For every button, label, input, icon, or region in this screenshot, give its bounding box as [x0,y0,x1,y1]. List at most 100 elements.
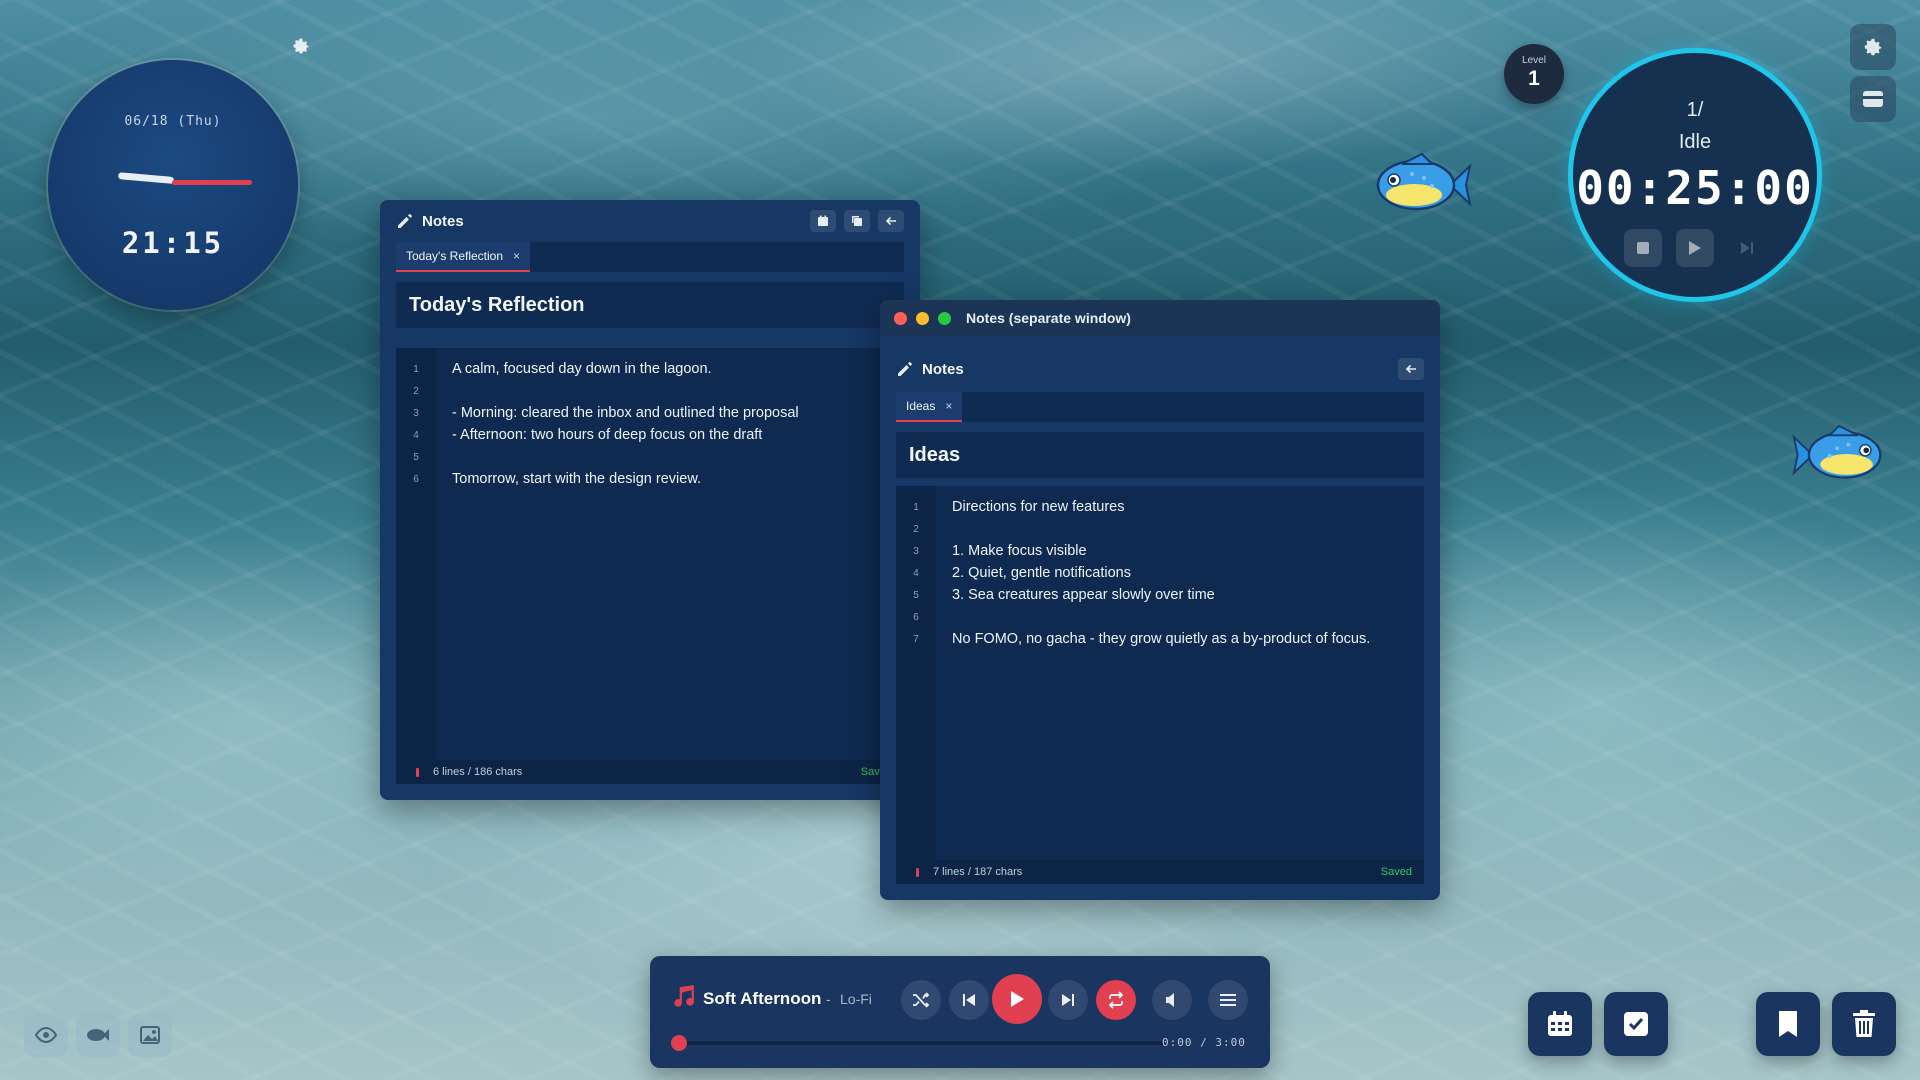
editor-line: - Afternoon: two hours of deep focus on … [452,427,763,443]
fish-creature[interactable] [1792,424,1886,486]
editor-line: 2. Quiet, gentle notifications [952,565,1131,581]
level-badge: Level 1 [1504,44,1564,104]
eye-icon [35,1027,57,1043]
timer-state: Idle [1678,131,1712,153]
playlist-button[interactable] [1208,980,1248,1020]
trash-button[interactable] [1832,992,1896,1056]
editor-status-bar: 6 lines / 186 chars Saved [396,760,904,784]
calendar-button[interactable] [1528,992,1592,1056]
gear-icon [1864,38,1882,56]
line-number: 3 [913,546,919,557]
window-title-bar[interactable]: Notes (separate window) [880,300,1440,336]
line-number: 2 [913,524,919,535]
next-button[interactable] [1048,980,1088,1020]
playback-progress-bar[interactable] [671,1035,1166,1051]
tab-close-icon[interactable]: × [513,249,520,263]
settings-button[interactable] [1850,24,1896,70]
note-editor[interactable]: 1 A calm, focused day down in the lagoon… [396,348,904,784]
previous-icon [963,994,975,1006]
tab-close-icon[interactable]: × [945,399,952,413]
next-icon [1062,994,1074,1006]
window-title: Notes (separate window) [966,310,1131,326]
note-editor[interactable]: 1 Directions for new features 2 3 1. Mak… [896,486,1424,884]
bookmark-icon [1779,1011,1797,1037]
toggle-visibility-button[interactable] [24,1013,68,1057]
timer-time: 00:25:00 [1576,161,1814,215]
line-number: 7 [913,634,919,645]
editor-line: No FOMO, no gacha - they grow quietly as… [952,631,1371,647]
calendar-button[interactable] [810,210,836,232]
clock-time: 21:15 [121,226,225,260]
menu-icon [1220,994,1236,1006]
track-separator: - [826,991,831,1007]
document-title: Ideas [896,432,1424,478]
pencil-icon [898,362,912,376]
repeat-button[interactable] [1096,980,1136,1020]
fish-icon [87,1029,109,1041]
notes-separate-window: Notes (separate window) Notes Ideas × Id… [880,300,1440,900]
line-number: 5 [413,452,419,463]
line-number: 6 [413,474,419,485]
previous-button[interactable] [949,980,989,1020]
fish-toggle-button[interactable] [76,1013,120,1057]
tab-bar: Today's Reflection × [396,242,904,272]
line-number: 5 [913,590,919,601]
window-minimize-button[interactable] [916,311,929,325]
shuffle-icon [913,992,930,1008]
line-char-count: 7 lines / 187 chars [933,866,1023,878]
checkbox-icon [1624,1012,1648,1036]
analog-clock: 06/18 (Thu) 21:15 [48,60,298,310]
copy-button[interactable] [844,210,870,232]
notes-title: Notes [422,212,464,230]
clock-date: 06/18 (Thu) [124,114,222,129]
timer-stop-button[interactable] [1624,229,1662,267]
playback-time: 0:00 / 3:00 [1162,1036,1246,1049]
progress-handle[interactable] [671,1035,687,1051]
status-indicator [916,867,919,877]
volume-button[interactable] [1152,980,1192,1020]
timer-skip-button[interactable] [1728,229,1766,267]
line-number: 1 [413,364,419,375]
play-icon [1011,991,1024,1007]
line-number: 3 [413,408,419,419]
line-number: 6 [913,612,919,623]
timer-play-button[interactable] [1676,229,1714,267]
calendar-icon [818,215,828,226]
arrow-left-icon [885,216,896,226]
calendar-icon [1548,1011,1572,1036]
fish-creature[interactable] [1372,152,1472,218]
tasks-button[interactable] [1604,992,1668,1056]
music-note-icon [674,985,694,1007]
line-number: 4 [413,430,419,441]
editor-status-bar: 7 lines / 187 chars Saved [896,860,1424,884]
music-player: Soft Afternoon - Lo-Fi 0:00 / 3:00 [650,956,1270,1068]
line-number: 2 [413,386,419,397]
play-icon [1689,241,1701,255]
skip-icon [1741,242,1753,254]
shuffle-button[interactable] [901,980,941,1020]
tab-label: Today's Reflection [406,249,504,263]
line-number: 4 [913,568,919,579]
editor-line: A calm, focused day down in the lagoon. [452,361,712,377]
level-label: Level [1522,55,1546,66]
bookmark-button[interactable] [1756,992,1820,1056]
collapse-button[interactable] [1398,358,1424,380]
editor-line: 3. Sea creatures appear slowly over time [952,587,1215,603]
image-icon [140,1026,160,1044]
arrow-left-icon [1405,364,1416,374]
tab-ideas[interactable]: Ideas × [896,392,963,422]
window-maximize-button[interactable] [938,311,951,325]
play-button[interactable] [992,974,1042,1024]
line-number: 1 [913,502,919,513]
background-image-button[interactable] [128,1013,172,1057]
collapse-button[interactable] [878,210,904,232]
editor-line: - Morning: cleared the inbox and outline… [452,405,799,421]
document-title: Today's Reflection [396,282,904,328]
card-button[interactable] [1850,76,1896,122]
volume-icon [1166,993,1174,1007]
window-close-button[interactable] [894,311,907,325]
editor-line: Directions for new features [952,499,1125,515]
clock-minute-hand [172,180,252,185]
tab-todays-reflection[interactable]: Today's Reflection × [396,242,531,272]
clock-settings-gear-icon[interactable] [291,36,311,56]
